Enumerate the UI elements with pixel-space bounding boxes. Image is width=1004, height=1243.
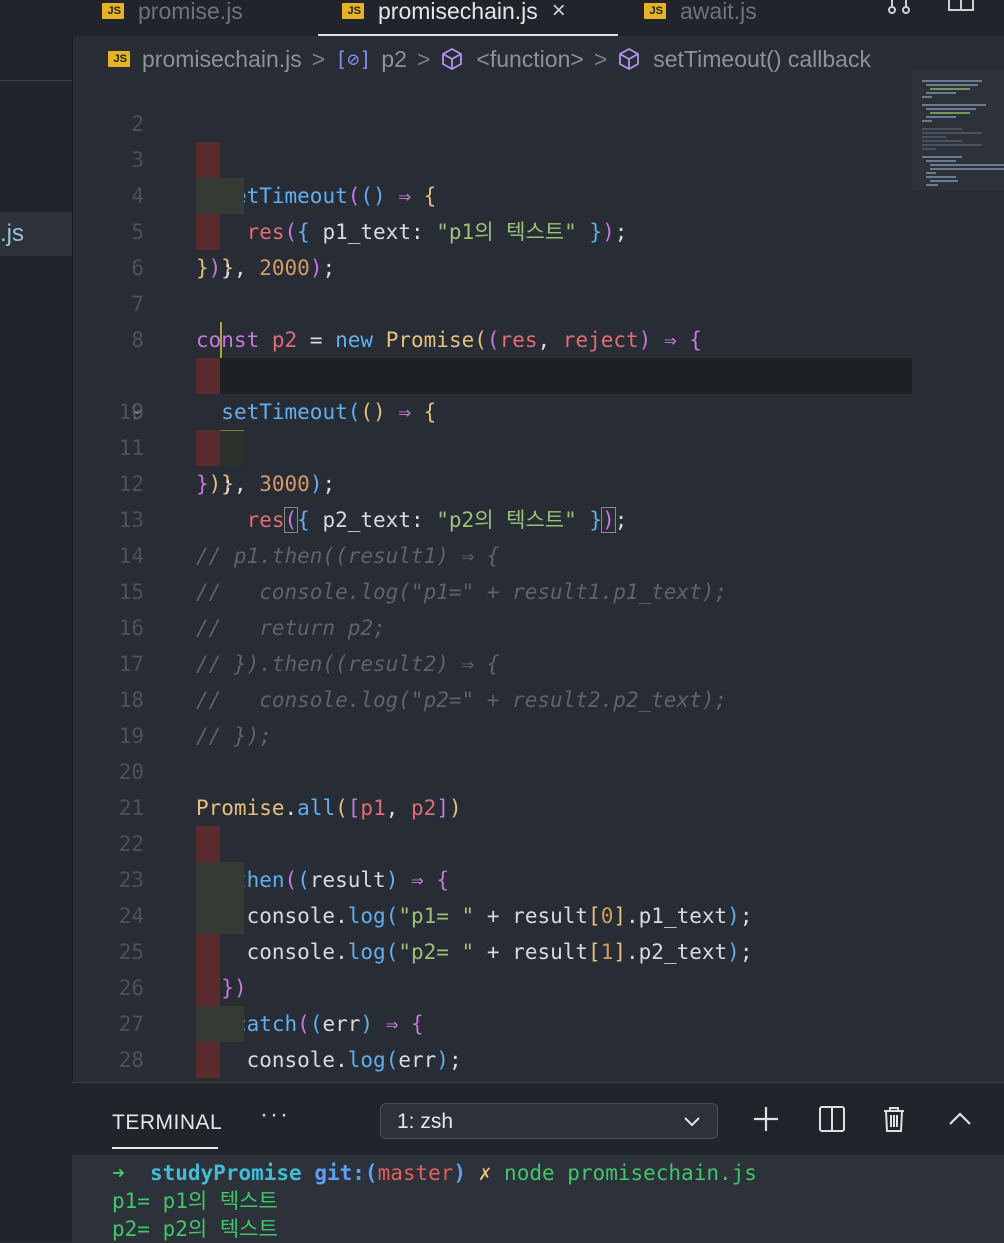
tab-promise-js[interactable]: JS promise.js (102, 0, 243, 36)
code-line: 28 (72, 1006, 912, 1072)
sidebar-file-item[interactable]: .js (0, 212, 72, 256)
code-line: 3 res({ p1_text: "p1의 텍스트" }); (72, 106, 912, 244)
code-line: 25 .catch((err) ⇒ { (72, 898, 912, 1036)
js-file-icon: JS (644, 3, 666, 19)
function-cube-icon (617, 47, 641, 71)
function-cube-icon (440, 47, 464, 71)
code-line: 11 }); (72, 394, 912, 496)
code-line: 2 setTimeout(() ⇒ { (72, 70, 912, 208)
code-line: 26 console.log(err); (72, 934, 912, 1072)
code-line: 14 // console.log("p1=" + result1.p1_tex… (72, 502, 912, 604)
prompt-git: git: (314, 1161, 365, 1185)
breadcrumb-separator: > (593, 45, 608, 72)
breadcrumb-callback[interactable]: setTimeout() callback (653, 46, 871, 73)
more-actions-icon[interactable]: ··· (260, 1101, 290, 1129)
js-file-icon: JS (102, 3, 124, 19)
active-panel-indicator (112, 1147, 218, 1149)
code-line: 24 }) (72, 862, 912, 1000)
code-editor[interactable]: 2 setTimeout(() ⇒ { 3 res({ p1_text: "p1… (72, 70, 1004, 1082)
code-line: 20 Promise.all([p1, p2]) (72, 718, 912, 820)
indent-guide (196, 1042, 220, 1078)
add-terminal-icon[interactable] (752, 1105, 780, 1133)
code-line: 23 console.log("p2= " + result[1].p2_tex… (72, 826, 912, 964)
tab-label: await.js (680, 0, 757, 24)
editor-tab-bar: JS promise.js JS promisechain.js × JS aw… (72, 0, 1004, 36)
terminal-command: node promisechain.js (504, 1161, 757, 1185)
code-line: 17 // console.log("p2=" + result2.p2_tex… (72, 610, 912, 712)
terminal-shell-value: 1: zsh (397, 1110, 454, 1133)
explorer-sidebar: ··· .js (0, 0, 73, 1242)
sidebar-divider (0, 80, 72, 81)
code-line: 7 const p2 = new Promise((res, reject) ⇒… (72, 250, 912, 352)
terminal-output[interactable]: ➜ studyPromise git:(master) ✗ node promi… (72, 1155, 1004, 1243)
code-line: 15 // return p2; (72, 538, 912, 640)
code-line: 13 // p1.then((result1) ⇒ { (72, 466, 912, 568)
breadcrumb-function[interactable]: <function> (476, 46, 583, 73)
trash-icon[interactable] (880, 1105, 908, 1133)
close-icon[interactable]: × (552, 0, 566, 25)
minimap[interactable] (912, 70, 1004, 190)
line-number: 28 (118, 1048, 144, 1072)
tab-promisechain-js[interactable]: JS promisechain.js × (342, 0, 566, 36)
split-editor-icon[interactable] (946, 0, 976, 18)
source-control-compare-icon[interactable] (884, 0, 914, 18)
code-line: 12 (72, 430, 912, 496)
prompt-dirty: ✗ (478, 1161, 492, 1185)
tab-label: promise.js (138, 0, 243, 24)
tab-await-js[interactable]: JS await.js (644, 0, 757, 36)
breadcrumb-variable[interactable]: p2 (381, 46, 407, 73)
code-line: 4 }, 2000); (72, 142, 912, 280)
code-line: 6 (72, 214, 912, 280)
terminal-panel: TERMINAL ··· 1: zsh ➜ studyPromise git:(… (72, 1082, 1004, 1243)
prompt-branch: master (377, 1161, 454, 1185)
code-line: 10 }, 3000); (72, 358, 912, 496)
code-line: 19 (72, 682, 912, 748)
code-line: 5 }); (72, 178, 912, 280)
js-file-icon: JS (108, 51, 130, 67)
code-line: 18 // }); (72, 646, 912, 748)
chevron-up-icon[interactable] (946, 1105, 974, 1133)
code-line: 22 console.log("p1= " + result[0].p1_tex… (72, 790, 912, 928)
bracket-guide (220, 322, 222, 358)
tab-label: promisechain.js (378, 0, 538, 24)
chevron-down-icon (684, 1117, 700, 1127)
code-line-current: 9 res({ p2_text: "p2의 텍스트" }); (72, 322, 912, 533)
variable-symbol-icon: [⊘] (335, 47, 372, 71)
terminal-output-line: p2= p2의 텍스트 (112, 1217, 278, 1241)
code-line: 21 .then((result) ⇒ { (72, 754, 912, 892)
sidebar-file-label: .js (0, 220, 24, 247)
tab-terminal[interactable]: TERMINAL (112, 1111, 222, 1135)
breadcrumb-separator: > (311, 45, 326, 72)
terminal-shell-select[interactable]: 1: zsh (380, 1103, 718, 1139)
more-actions-icon[interactable]: ··· (0, 0, 28, 8)
breadcrumb-separator: > (416, 45, 431, 72)
prompt-arrow: ➜ (112, 1161, 125, 1185)
breadcrumb-file[interactable]: promisechain.js (142, 46, 302, 73)
js-file-icon: JS (342, 3, 364, 19)
prompt-dir: studyPromise (149, 1161, 302, 1185)
code-line: 27 }); (72, 970, 912, 1078)
split-terminal-icon[interactable] (818, 1105, 846, 1133)
terminal-output-line: p1= p1의 텍스트 (112, 1189, 278, 1213)
terminal-prompt-line: ➜ studyPromise git:(master) ✗ node promi… (112, 1161, 757, 1185)
code-line: 16 // }).then((result2) ⇒ { (72, 574, 912, 676)
code-line: 8 setTimeout(() ⇒ { (72, 286, 912, 424)
code-text: console.log(err); (246, 1048, 462, 1072)
